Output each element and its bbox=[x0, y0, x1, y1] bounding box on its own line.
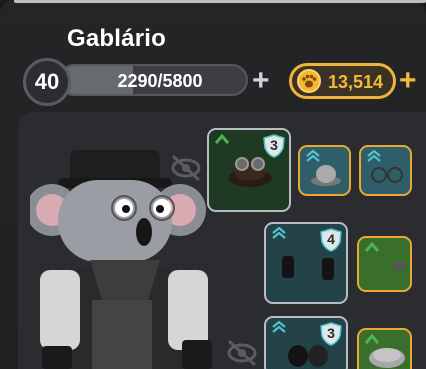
item-slot-dark-gloves[interactable]: 3 bbox=[264, 316, 348, 369]
item-level: 4 bbox=[327, 231, 335, 247]
item-slot-green-item[interactable] bbox=[357, 236, 412, 292]
coin-counter: 13,514 bbox=[289, 63, 396, 99]
hidden-eye-icon[interactable] bbox=[226, 340, 258, 366]
cap-icon bbox=[369, 348, 405, 368]
upgrade-arrow-icon bbox=[306, 150, 320, 162]
item-slot-dark-boots[interactable]: 4 bbox=[264, 222, 348, 304]
item-slot-bowler-hat[interactable] bbox=[298, 145, 351, 196]
xp-text: 2290/5800 bbox=[117, 71, 203, 91]
player-name: Gablário bbox=[67, 25, 166, 52]
small-item-icon bbox=[393, 262, 405, 270]
top-edge bbox=[14, 0, 426, 3]
upgrade-arrow-icon bbox=[364, 241, 380, 252]
add-coins-button[interactable]: + bbox=[399, 66, 417, 96]
item-level: 3 bbox=[270, 137, 278, 153]
upgrade-arrow-icon bbox=[272, 227, 286, 239]
goggles-hat-icon bbox=[228, 157, 272, 187]
glasses-icon bbox=[371, 167, 403, 183]
upgrade-arrow-icon bbox=[367, 150, 381, 162]
coin-amount: 13,514 bbox=[328, 72, 384, 92]
gloves-icon bbox=[288, 345, 328, 367]
item-slot-round-glasses[interactable] bbox=[359, 145, 412, 196]
item-slot-goggles-hat[interactable]: 3 bbox=[207, 128, 291, 212]
hidden-eye-icon[interactable] bbox=[170, 155, 202, 181]
koala-avatar bbox=[30, 150, 212, 369]
add-xp-button[interactable]: + bbox=[252, 66, 270, 96]
item-slot-grey-cap[interactable] bbox=[357, 328, 412, 369]
xp-bar: 2290/5800 bbox=[58, 64, 248, 96]
level-badge: 40 bbox=[23, 58, 71, 106]
bowler-hat-icon bbox=[311, 165, 341, 186]
item-level: 3 bbox=[327, 325, 335, 341]
upgrade-arrow-icon bbox=[272, 321, 286, 333]
boots-icon bbox=[282, 256, 334, 280]
upgrade-arrow-icon bbox=[214, 133, 230, 144]
paw-coin-icon bbox=[297, 69, 321, 93]
